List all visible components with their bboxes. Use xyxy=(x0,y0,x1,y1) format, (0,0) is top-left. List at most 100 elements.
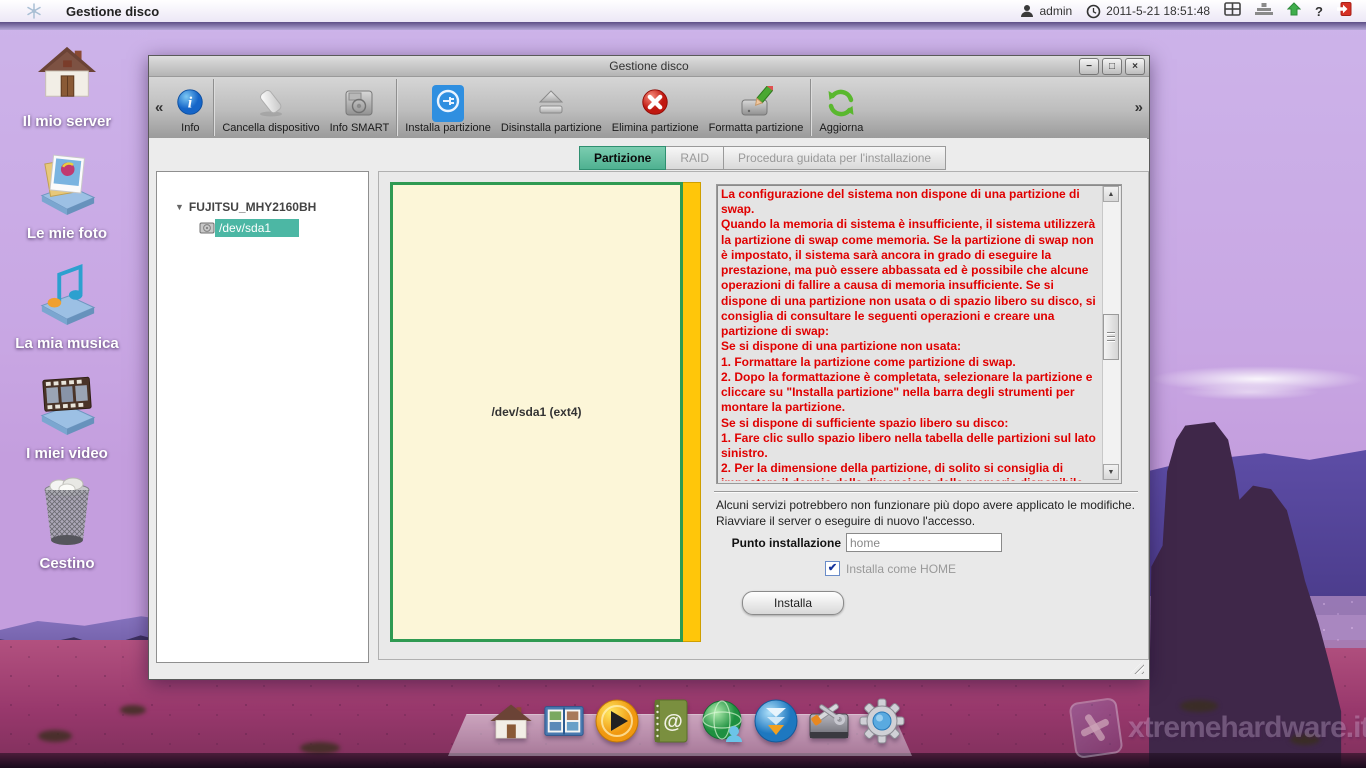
watermark-x-badge xyxy=(1068,697,1123,759)
partition-segment-sda1[interactable]: /dev/sda1 (ext4) xyxy=(390,182,683,642)
bush xyxy=(38,730,72,742)
user-menu[interactable]: admin xyxy=(1020,4,1072,18)
partition-segment-free[interactable] xyxy=(683,182,701,642)
svg-text:i: i xyxy=(188,95,193,112)
toolbar-mount-partition[interactable]: Installa partizione xyxy=(400,77,496,138)
toolbar-scroll-right[interactable]: » xyxy=(1129,99,1149,116)
swap-paragraph: La configurazione del sistema non dispon… xyxy=(721,187,1100,217)
tree-device-row[interactable]: ▼ FUJITSU_MHY2160BH xyxy=(175,200,368,214)
tab-install-wizard[interactable]: Procedura guidata per l'installazione xyxy=(724,146,946,170)
tree-partition-row[interactable]: /dev/sda1 xyxy=(199,218,368,238)
tab-partizione[interactable]: Partizione xyxy=(579,146,666,170)
partition-map: /dev/sda1 (ext4) xyxy=(390,182,701,642)
partition-name: /dev/sda1 xyxy=(215,219,299,237)
desktop-icon-label: La mia musica xyxy=(8,335,126,352)
install-button[interactable]: Installa xyxy=(742,591,844,615)
toolbar-separator xyxy=(810,79,812,136)
swap-paragraph: Se si dispone di una partizione non usat… xyxy=(721,339,1100,354)
window-title: Gestione disco xyxy=(149,59,1149,73)
mount-point-label: Punto installazione xyxy=(716,536,841,550)
info-icon: i xyxy=(174,85,206,121)
tree-expanded-icon[interactable]: ▼ xyxy=(175,202,184,212)
app-grid-icon[interactable] xyxy=(1224,2,1241,21)
scrollbar-down-icon[interactable]: ▼ xyxy=(1103,464,1119,480)
datetime: 2011-5-21 18:51:48 xyxy=(1106,4,1210,18)
window-content: Partizione RAID Procedura guidata per l'… xyxy=(149,138,1147,677)
window-titlebar[interactable]: Gestione disco − □ × xyxy=(149,56,1149,77)
dock-address-book-icon[interactable]: @ xyxy=(647,698,693,744)
taskbar-title: Gestione disco xyxy=(66,4,159,19)
dock-media-player-icon[interactable] xyxy=(594,698,640,744)
desktop-icon-label: Cestino xyxy=(8,555,126,572)
toolbar-smart-info[interactable]: Info SMART xyxy=(325,77,395,138)
dock-photo-album-icon[interactable] xyxy=(541,698,587,744)
watermark-text: xtremehardware.it xyxy=(1128,711,1366,745)
tab-raid[interactable]: RAID xyxy=(666,146,724,170)
dock-toolbox-icon[interactable] xyxy=(806,698,852,744)
house-icon xyxy=(36,40,98,104)
bush xyxy=(120,705,146,715)
photos-icon xyxy=(36,150,98,216)
watermark: xtremehardware.it xyxy=(1072,700,1366,756)
toolbar-format-partition[interactable]: Formatta partizione xyxy=(704,77,809,138)
toolbar-refresh[interactable]: Aggiorna xyxy=(814,77,868,138)
toolbar-separator xyxy=(396,79,398,136)
dock-network-icon[interactable] xyxy=(700,698,746,744)
cloud xyxy=(1180,384,1320,400)
desktop-icon-label: I miei video xyxy=(8,445,126,462)
desktop: Gestione disco admin 2011-5-21 18:51:48 … xyxy=(0,0,1366,768)
harddisk-icon xyxy=(342,85,376,121)
desktop-icon-my-videos[interactable]: I miei video xyxy=(8,368,126,462)
clock-display: 2011-5-21 18:51:48 xyxy=(1086,4,1210,19)
swap-paragraph: Quando la memoria di sistema è insuffici… xyxy=(721,217,1100,339)
taskbar-accent-strip xyxy=(0,22,1366,30)
desktop-icon-my-photos[interactable]: Le mie foto xyxy=(8,150,126,242)
partition-disk-icon xyxy=(199,221,215,235)
desktop-icon-my-server[interactable]: Il mio server xyxy=(8,40,126,130)
swap-paragraph: Se si dispone di sufficiente spazio libe… xyxy=(721,416,1100,431)
maximize-button[interactable]: □ xyxy=(1102,58,1122,75)
scrollbar-thumb[interactable] xyxy=(1103,314,1119,360)
scrollbar-up-icon[interactable]: ▲ xyxy=(1103,186,1119,202)
desktop-icon-my-music[interactable]: La mia musica xyxy=(8,258,126,352)
trash-icon xyxy=(37,474,97,546)
help-icon[interactable]: ? xyxy=(1315,4,1323,19)
swap-paragraph: 1. Formattare la partizione come partizi… xyxy=(721,355,1100,370)
swap-warning-box: La configurazione del sistema non dispon… xyxy=(716,184,1122,484)
window-resize-grip[interactable] xyxy=(1130,660,1144,674)
upload-arrow-icon[interactable] xyxy=(1287,2,1301,21)
toolbar-erase-device[interactable]: Cancella dispositivo xyxy=(217,77,324,138)
partition-segment-label: /dev/sda1 (ext4) xyxy=(491,405,581,419)
install-home-checkbox[interactable]: ✔ xyxy=(825,561,840,576)
service-notice: Alcuni servizi potrebbero non funzionare… xyxy=(716,498,1140,529)
minimize-button[interactable]: − xyxy=(1079,58,1099,75)
separator xyxy=(714,491,1138,493)
stats-icon[interactable] xyxy=(1255,2,1273,20)
toolbar-unmount-partition[interactable]: Disinstalla partizione xyxy=(496,77,607,138)
dock-home-icon[interactable] xyxy=(488,698,534,744)
desktop-icon-label: Le mie foto xyxy=(8,225,126,242)
logout-icon[interactable] xyxy=(1337,2,1352,21)
music-icon xyxy=(36,258,98,326)
username: admin xyxy=(1039,4,1072,18)
desktop-icon-trash[interactable]: Cestino xyxy=(8,474,126,572)
video-icon xyxy=(36,368,98,436)
format-icon xyxy=(739,85,773,121)
swap-paragraph: 2. Dopo la formattazione è completata, s… xyxy=(721,370,1100,416)
close-button[interactable]: × xyxy=(1125,58,1145,75)
user-icon xyxy=(1020,4,1034,18)
partition-detail-panel: /dev/sda1 (ext4) La configurazione del s… xyxy=(378,171,1149,660)
toolbar-delete-partition[interactable]: Elimina partizione xyxy=(607,77,704,138)
app-snowflake-icon[interactable] xyxy=(26,3,42,19)
scrollbar[interactable]: ▲ ▼ xyxy=(1102,186,1120,480)
mount-point-input[interactable] xyxy=(846,533,1002,552)
toolbar-separator xyxy=(213,79,215,136)
eraser-icon xyxy=(254,85,288,121)
desktop-icon-label: Il mio server xyxy=(8,113,126,130)
dock-downloads-icon[interactable] xyxy=(753,698,799,744)
toolbar-scroll-left[interactable]: « xyxy=(149,99,169,116)
toolbar-info[interactable]: i Info xyxy=(169,77,211,138)
svg-text:@: @ xyxy=(663,711,683,733)
mount-partition-icon xyxy=(432,85,464,122)
dock-settings-gear-icon[interactable] xyxy=(859,698,905,744)
